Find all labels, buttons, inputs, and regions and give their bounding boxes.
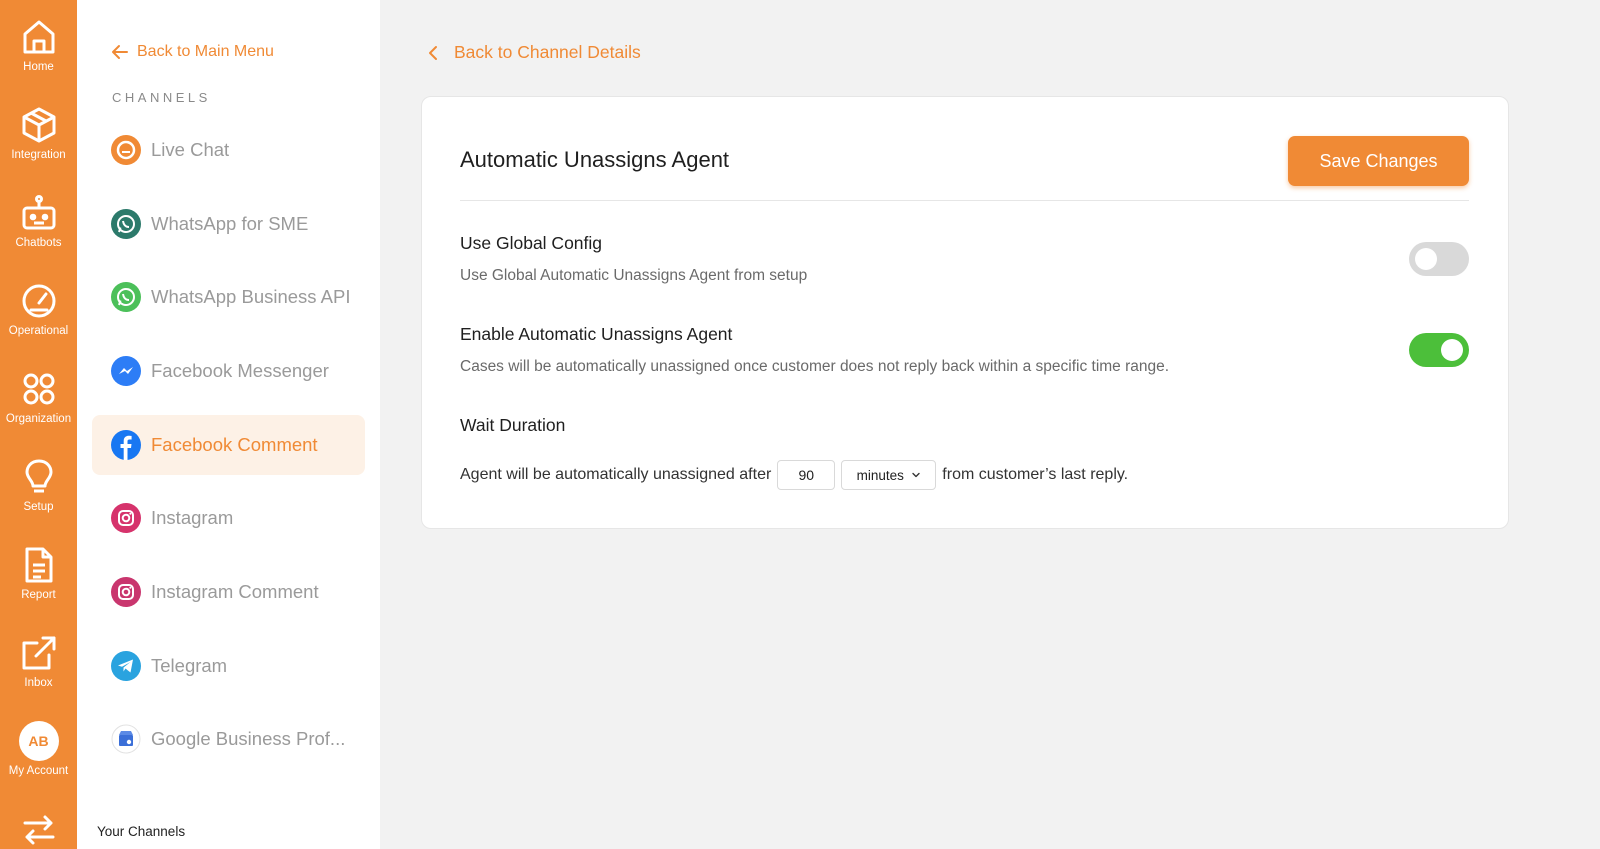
external-link-icon: [22, 636, 55, 670]
global-config-title: Use Global Config: [460, 233, 603, 253]
sidebar-item-label: Instagram Comment: [151, 581, 319, 602]
channel-sidebar: Back to Main Menu CHANNELS Live Chat Wha…: [77, 0, 380, 849]
document-icon: [25, 547, 52, 583]
whatsapp-sme-icon: [110, 208, 142, 240]
sidebar-item-label: WhatsApp for SME: [151, 213, 309, 234]
sidebar-item-facebook-messenger[interactable]: Facebook Messenger: [92, 341, 365, 401]
sidebar-item-whatsapp-sme[interactable]: WhatsApp for SME: [92, 194, 365, 254]
rail-item-inbox[interactable]: Inbox: [0, 633, 77, 689]
home-icon: [23, 20, 54, 54]
rail-item-operational[interactable]: Operational: [0, 281, 77, 337]
chevron-left-icon: [429, 45, 437, 60]
rail-item-my-account[interactable]: AB My Account: [0, 721, 77, 777]
sidebar-item-facebook-comment[interactable]: Facebook Comment: [92, 415, 365, 475]
instagram-icon: [110, 502, 142, 534]
wait-duration-suffix: from customer’s last reply.: [942, 466, 1129, 483]
enable-auto-unassign-toggle[interactable]: [1409, 333, 1469, 367]
four-circles-icon: [23, 373, 54, 405]
wait-duration-row: Agent will be automatically unassigned a…: [460, 460, 1128, 490]
rail-item-integration[interactable]: Integration: [0, 105, 77, 161]
chevron-down-icon: [912, 472, 920, 478]
switch-arrows-icon: [23, 815, 54, 845]
channels-heading: CHANNELS: [112, 90, 211, 105]
nav-rail: Home Integration Chatbots Operational Or…: [0, 0, 77, 849]
enable-auto-unassign-title: Enable Automatic Unassigns Agent: [460, 324, 733, 344]
rail-item-organization[interactable]: Organization: [0, 369, 77, 425]
facebook-icon: [110, 429, 142, 461]
rail-item-chatbots[interactable]: Chatbots: [0, 193, 77, 249]
sidebar-item-label: Google Business Prof...: [151, 728, 346, 749]
global-config-desc: Use Global Automatic Unassigns Agent fro…: [460, 267, 808, 284]
sidebar-item-label: Instagram: [151, 507, 234, 528]
toggle-knob: [1415, 248, 1437, 270]
telegram-icon: [110, 650, 142, 682]
rail-label-report: Report: [21, 589, 56, 601]
your-channels-label: Your Channels: [97, 824, 186, 839]
save-changes-button[interactable]: Save Changes: [1288, 136, 1469, 186]
instagram-comment-icon: [110, 576, 142, 608]
sidebar-item-whatsapp-business-api[interactable]: WhatsApp Business API: [92, 267, 365, 327]
back-to-channel-details-label: Back to Channel Details: [454, 42, 641, 62]
sidebar-item-instagram-comment[interactable]: Instagram Comment: [92, 562, 365, 622]
rail-label-inbox: Inbox: [24, 677, 53, 689]
rail-label-home: Home: [23, 61, 54, 73]
card-title: Automatic Unassigns Agent: [460, 147, 730, 172]
whatsapp-icon: [110, 281, 142, 313]
sidebar-item-label: Facebook Messenger: [151, 360, 329, 381]
sidebar-item-label: Facebook Comment: [151, 434, 318, 455]
sidebar-item-label: WhatsApp Business API: [151, 286, 351, 307]
wait-duration-prefix: Agent will be automatically unassigned a…: [460, 466, 772, 483]
robot-icon: [22, 195, 55, 230]
rail-label-my-account: My Account: [8, 765, 69, 777]
wait-duration-title: Wait Duration: [460, 415, 566, 435]
sidebar-item-google-business[interactable]: Google Business Prof...: [92, 709, 365, 769]
rail-item-setup[interactable]: Setup: [0, 457, 77, 513]
rail-label-setup: Setup: [23, 501, 54, 513]
rail-item-home[interactable]: Home: [0, 17, 77, 73]
settings-card: Automatic Unassigns Agent Save Changes U…: [421, 96, 1509, 529]
rail-label-operational: Operational: [8, 325, 69, 337]
messenger-icon: [110, 355, 142, 387]
wait-duration-input[interactable]: [777, 460, 836, 490]
sidebar-item-telegram[interactable]: Telegram: [92, 636, 365, 696]
wait-unit-value: minutes: [856, 467, 904, 483]
rail-label-chatbots: Chatbots: [15, 237, 62, 249]
cube-icon: [22, 107, 55, 143]
lightbulb-icon: [25, 459, 52, 493]
rail-item-switch[interactable]: [0, 809, 77, 849]
sidebar-item-label: Live Chat: [151, 139, 230, 160]
live-chat-icon: [110, 134, 142, 166]
sidebar-item-instagram[interactable]: Instagram: [92, 488, 365, 548]
google-business-icon: [110, 723, 142, 755]
avatar: AB: [18, 721, 59, 761]
enable-auto-unassign-desc: Cases will be automatically unassigned o…: [460, 358, 1170, 375]
back-to-main-menu-label: Back to Main Menu: [137, 43, 274, 60]
wait-unit-select[interactable]: minutes: [841, 460, 937, 490]
back-to-main-menu-link[interactable]: Back to Main Menu: [110, 42, 274, 62]
arrow-left-icon: [112, 45, 128, 59]
divider: [460, 200, 1469, 201]
global-config-toggle[interactable]: [1409, 242, 1469, 276]
back-to-channel-details-link[interactable]: Back to Channel Details: [425, 42, 641, 63]
gauge-icon: [22, 284, 55, 318]
toggle-knob: [1441, 339, 1463, 361]
rail-label-organization: Organization: [5, 413, 72, 425]
sidebar-item-live-chat[interactable]: Live Chat: [92, 120, 365, 180]
rail-item-report[interactable]: Report: [0, 545, 77, 601]
sidebar-item-label: Telegram: [151, 655, 228, 676]
rail-label-integration: Integration: [11, 149, 66, 161]
